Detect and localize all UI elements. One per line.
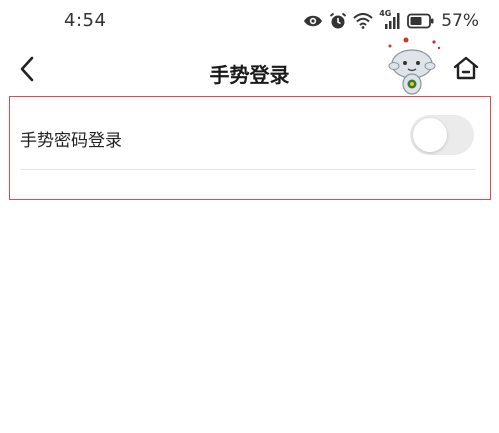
toggle-knob	[413, 118, 447, 152]
gesture-password-toggle[interactable]	[410, 115, 474, 155]
eye-icon	[303, 14, 323, 28]
divider	[20, 169, 476, 170]
battery-percent: 57%	[441, 11, 479, 31]
home-icon	[452, 55, 480, 85]
status-icons: 4G 57%	[303, 9, 479, 32]
setting-label: 手势密码登录	[20, 131, 122, 151]
wifi-icon	[353, 13, 373, 29]
setting-row-gesture-password[interactable]: 手势密码登录	[10, 104, 480, 168]
app-bar: 手势登录	[0, 37, 499, 98]
alarm-icon	[329, 12, 347, 30]
mascot-image	[382, 36, 444, 98]
signal-icon: 4G	[379, 9, 401, 30]
status-time: 4:54	[64, 10, 107, 31]
home-button[interactable]	[450, 54, 482, 86]
battery-icon	[407, 13, 435, 29]
